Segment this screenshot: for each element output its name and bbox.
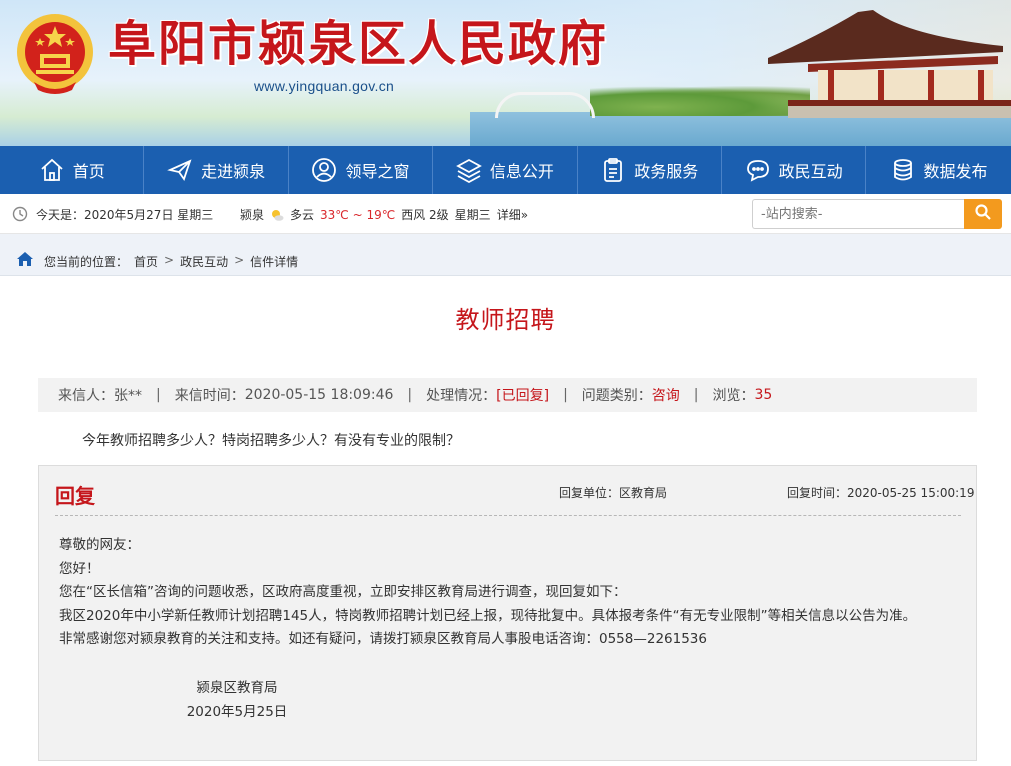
reply-heading: 回复 (55, 484, 95, 508)
reply-line: 尊敬的网友： (59, 537, 140, 553)
reply-line: 我区2020年中小学新任教师计划招聘145人，特岗教师招聘计划已经上报，现待批复… (59, 607, 917, 624)
nav-label: 政务服务 (634, 162, 699, 181)
time-value: 2020-05-15 18:09:46 (244, 387, 394, 403)
signature-unit: 颍泉区教育局 (196, 680, 278, 696)
home-icon (16, 251, 34, 271)
clipboard-icon (600, 157, 626, 183)
header-banner: 阜阳市颍泉区人民政府 www.yingquan.gov.cn (0, 0, 1011, 146)
weather-temperature: 33℃ ~ 19℃ (320, 207, 396, 222)
pavilion-illustration (768, 10, 1011, 118)
meta-separator: | (407, 387, 413, 403)
layers-icon (455, 157, 482, 183)
nav-label: 信息公开 (489, 162, 554, 181)
status-label: 处理情况： (426, 388, 497, 404)
reply-line: 非常感谢您对颍泉教育的关注和支持。如还有疑问，请拨打颍泉区教育局人事股电话咨询：… (59, 631, 707, 647)
reply-line: 您在“区长信箱”咨询的问题收悉，区政府高度重视，立即安排区教育局进行调查，现回复… (59, 584, 627, 600)
search-button[interactable] (964, 199, 1002, 229)
breadcrumb-item-interaction[interactable]: 政民互动 (180, 253, 228, 270)
person-icon (311, 157, 337, 183)
reply-body: 尊敬的网友： 您好！ 您在“区长信箱”咨询的问题收悉，区政府高度重视，立即安排区… (59, 534, 969, 652)
weather-widget: 颍泉 多云 33℃ ~ 19℃ 西风 2级 星期三 详细» (240, 206, 534, 223)
weather-wind: 西风 2级 (401, 208, 449, 222)
main-nav: 首页 走进颍泉 领导之窗 信息公开 政务服务 政民互动 数据发布 (0, 146, 1011, 194)
sender-label: 来信人： (58, 388, 114, 404)
nav-item-interaction[interactable]: 政民互动 (722, 146, 867, 194)
reply-time: 回复时间：2020-05-25 15:00:19 (787, 486, 975, 500)
weather-detail-link[interactable]: 详细» (497, 206, 528, 223)
views-count: 35 (754, 387, 773, 403)
breadcrumb-prefix: 您当前的位置： (44, 255, 129, 269)
reply-signature: 颍泉区教育局 2020年5月25日 (177, 676, 297, 724)
nav-label: 领导之窗 (345, 162, 410, 181)
clock-icon (12, 206, 28, 226)
nav-item-leaders[interactable]: 领导之窗 (289, 146, 434, 194)
nav-label: 首页 (72, 162, 105, 181)
nav-item-disclosure[interactable]: 信息公开 (433, 146, 578, 194)
meta-separator: | (563, 387, 568, 403)
database-icon (890, 157, 916, 183)
meta-separator: | (156, 387, 161, 403)
weather-weekday: 星期三 (454, 208, 491, 222)
breadcrumb-separator: > (164, 253, 175, 267)
banner-bridge (495, 92, 595, 118)
today-date: 今天是：2020年5月27日 星期三 (36, 208, 214, 222)
breadcrumb: 您当前的位置： 首页 > 政民互动 > 信件详情 (0, 234, 1011, 276)
signature-date: 2020年5月25日 (186, 704, 288, 720)
reply-divider (55, 515, 961, 516)
site-url: www.yingquan.gov.cn (254, 78, 395, 94)
letter-question: 今年教师招聘多少人？特岗招聘多少人？有没有专业的限制？ (82, 433, 460, 449)
category-value: 咨询 (651, 388, 680, 404)
nav-item-home[interactable]: 首页 (0, 146, 145, 194)
nav-label: 数据发布 (923, 162, 988, 181)
time-label: 来信时间： (174, 388, 245, 404)
breadcrumb-item-home[interactable]: 首页 (134, 253, 158, 270)
nav-item-data[interactable]: 数据发布 (866, 146, 1010, 194)
reply-panel: 回复 回复单位：区教育局 回复时间：2020-05-25 15:00:19 尊敬… (38, 465, 977, 761)
status-badge: [已回复] (496, 388, 550, 404)
letter-meta: 来信人： 张** | 来信时间： 2020-05-15 18:09:46 | 处… (38, 378, 977, 412)
search-icon (974, 203, 992, 225)
breadcrumb-trail: 您当前的位置： 首页 > 政民互动 > 信件详情 (44, 253, 304, 270)
breadcrumb-separator: > (234, 253, 245, 267)
letter-title: 教师招聘 (455, 306, 556, 334)
paper-plane-icon (167, 157, 193, 183)
nav-label: 政民互动 (778, 162, 843, 181)
meta-separator: | (693, 387, 699, 403)
views-label: 浏览： (712, 388, 755, 404)
reply-unit: 回复单位：区教育局 (559, 486, 668, 500)
site-title: 阜阳市颍泉区人民政府 (108, 16, 609, 72)
partly-cloudy-icon (270, 208, 284, 222)
home-icon (39, 157, 65, 183)
reply-line: 您好！ (59, 560, 100, 577)
nav-item-about[interactable]: 走进颍泉 (144, 146, 289, 194)
chat-icon (745, 157, 771, 183)
nav-item-services[interactable]: 政务服务 (578, 146, 722, 194)
search-input[interactable] (752, 199, 964, 229)
breadcrumb-item-letter: 信件详情 (250, 255, 299, 269)
national-emblem-icon (17, 14, 93, 94)
weather-condition: 多云 (290, 208, 315, 222)
nav-label: 走进颍泉 (201, 162, 266, 181)
category-label: 问题类别： (581, 388, 652, 404)
sender-value: 张** (114, 388, 142, 404)
weather-city: 颍泉 (240, 208, 265, 222)
